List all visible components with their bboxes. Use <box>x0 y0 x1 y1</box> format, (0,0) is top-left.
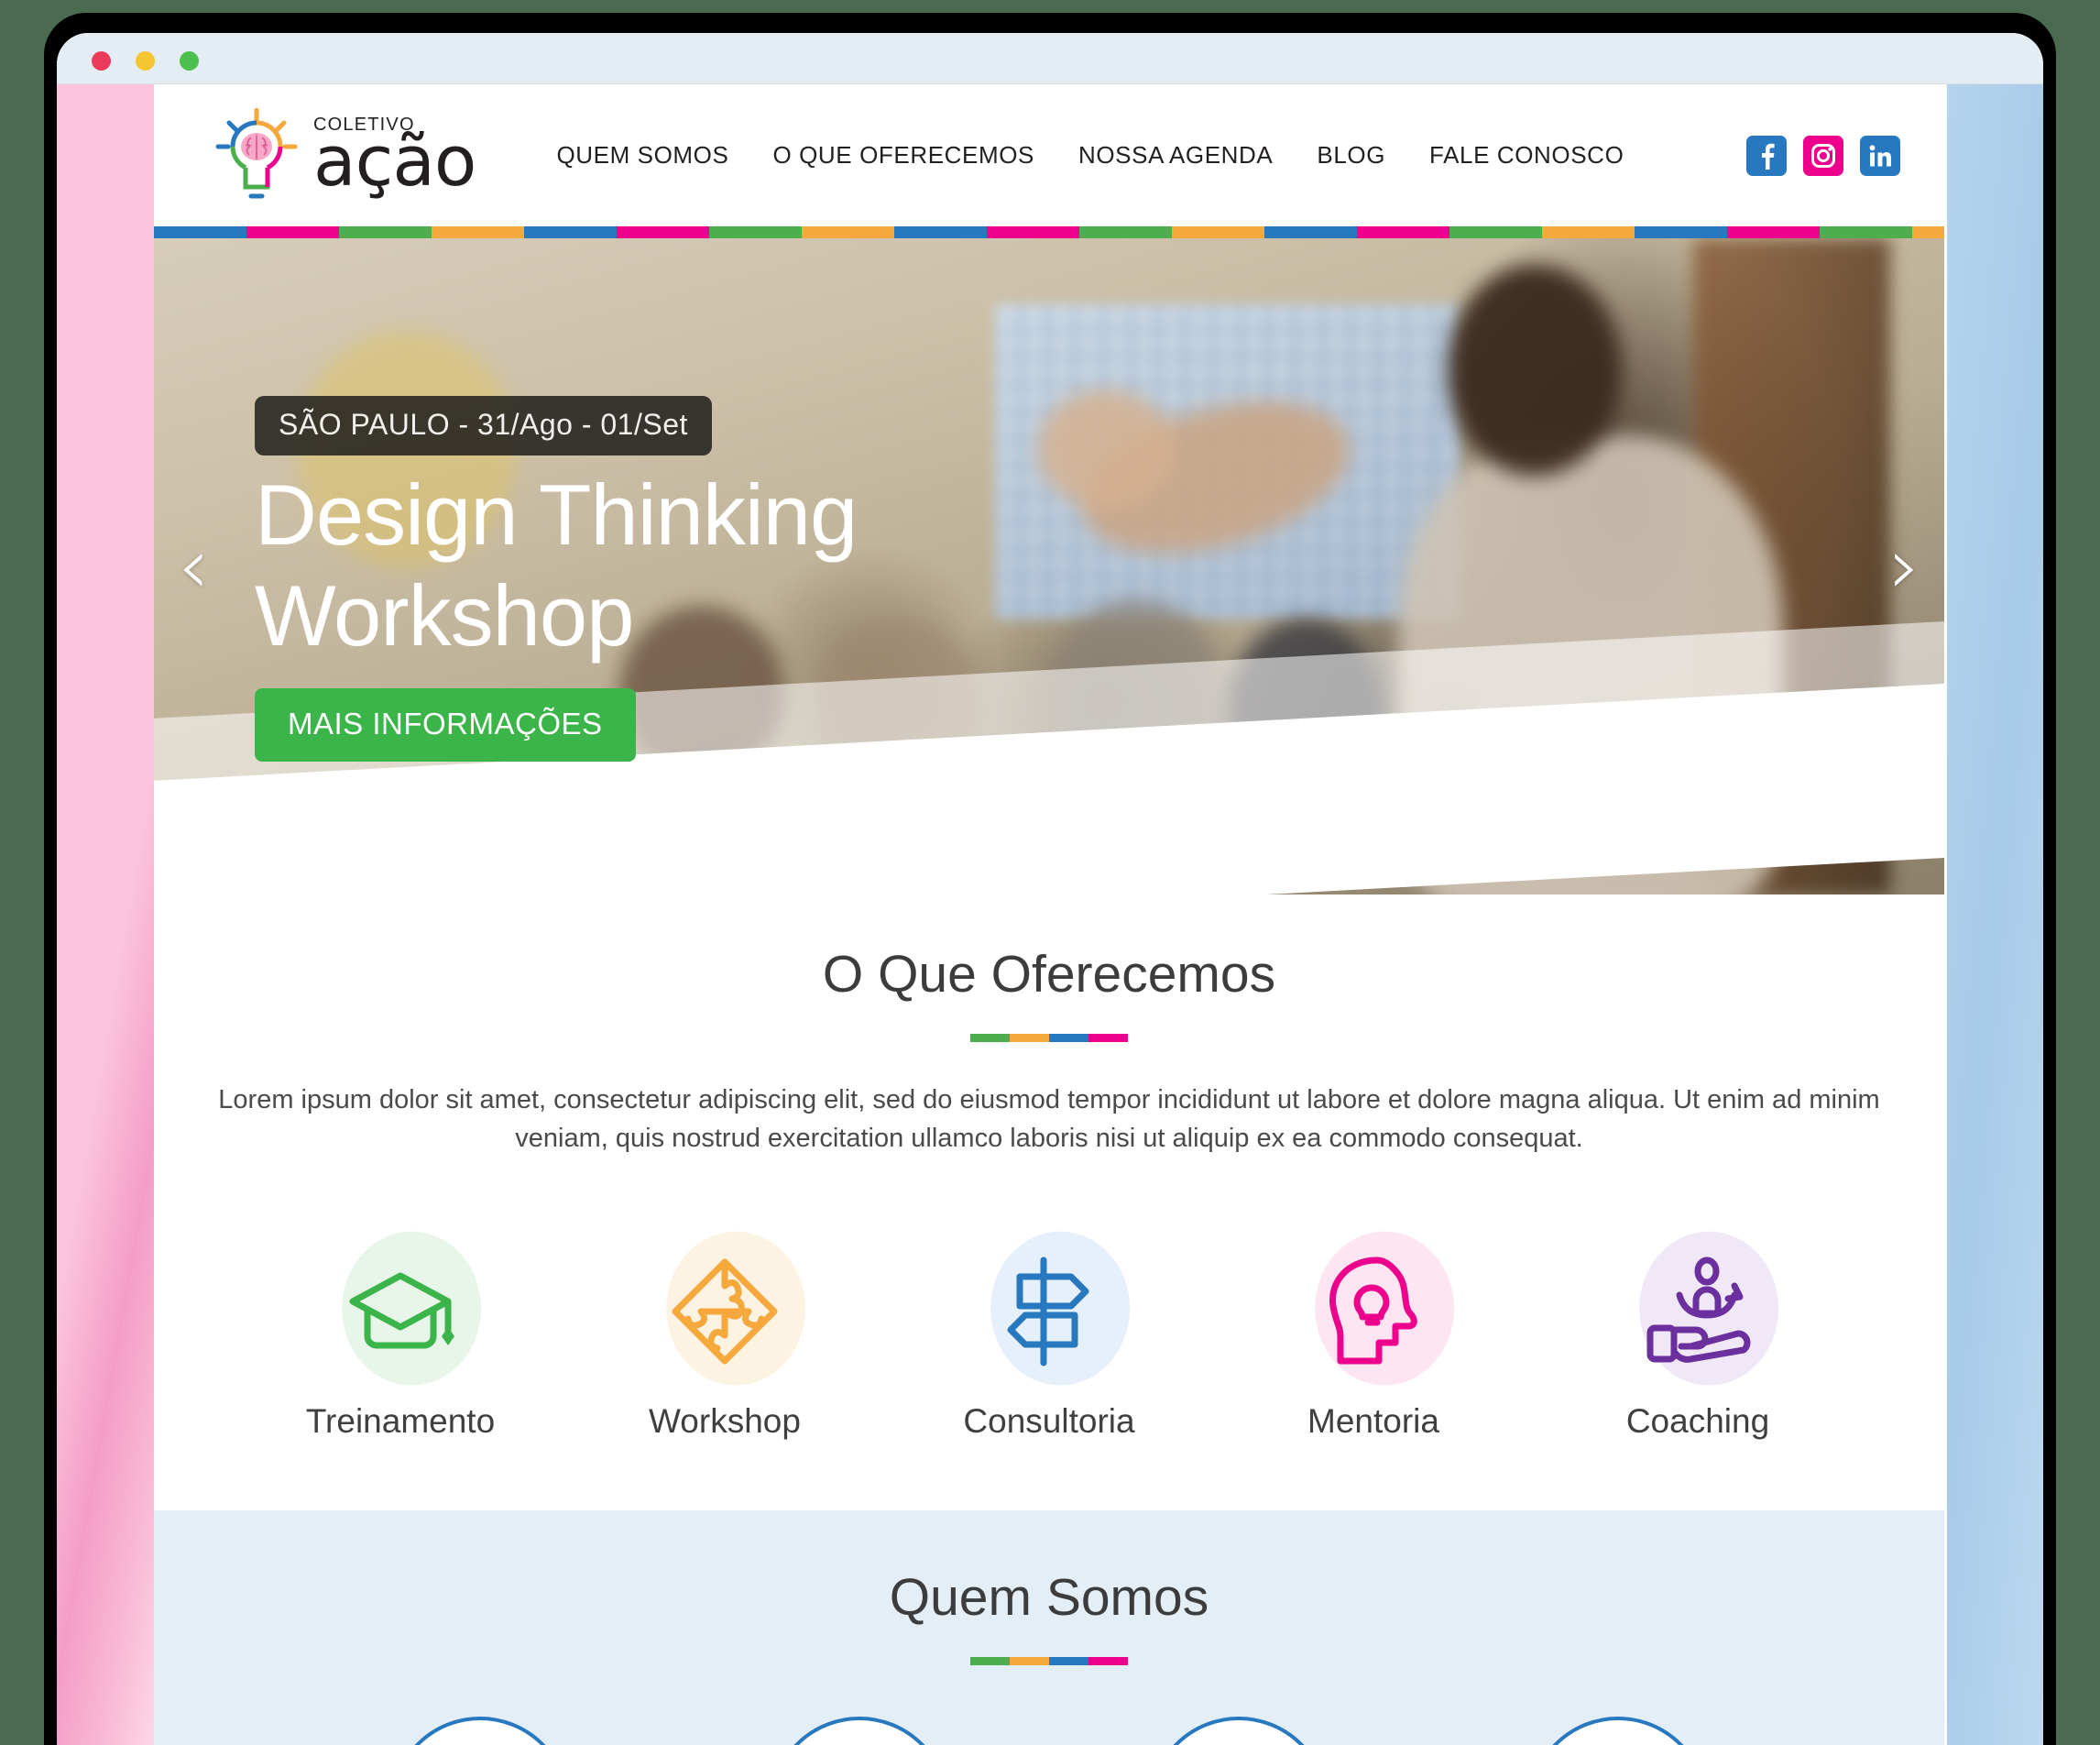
about-circle-item[interactable] <box>1528 1716 1708 1745</box>
logo-wordmark: ação <box>313 119 476 202</box>
offers-title-rule <box>970 1034 1128 1042</box>
facebook-icon[interactable] <box>1746 135 1787 176</box>
service-item-consultoria[interactable]: Consultoria <box>916 1224 1182 1441</box>
services-list: Treinamento Workshop Consultoria Mentori… <box>154 1224 1944 1441</box>
browser-window: COLETIVO ação QUEM SOMOS O QUE OFERECEMO… <box>57 33 2043 1745</box>
instagram-icon[interactable] <box>1803 135 1843 176</box>
main-navigation: QUEM SOMOS O QUE OFERECEMOS NOSSA AGENDA… <box>556 141 1624 170</box>
site-logo[interactable]: COLETIVO ação <box>211 107 476 203</box>
nav-item-nossa-agenda[interactable]: NOSSA AGENDA <box>1078 141 1273 170</box>
service-item-mentoria[interactable]: Mentoria <box>1241 1224 1506 1441</box>
page-left-edge-decoration <box>57 84 154 1745</box>
device-frame: COLETIVO ação QUEM SOMOS O QUE OFERECEMO… <box>44 13 2056 1745</box>
window-close-button[interactable] <box>92 51 111 71</box>
graduation-cap-icon <box>268 1224 533 1399</box>
offers-description: Lorem ipsum dolor sit amet, consectetur … <box>218 1085 1880 1154</box>
website-content: COLETIVO ação QUEM SOMOS O QUE OFERECEMO… <box>154 84 1944 1745</box>
hero-carousel: SÃO PAULO - 31/Ago - 01/Set Design Think… <box>154 238 1944 894</box>
about-circles <box>154 1716 1944 1745</box>
about-circle-item[interactable] <box>1149 1716 1329 1745</box>
puzzle-diamond-icon <box>592 1224 858 1399</box>
hero-slide-content: SÃO PAULO - 31/Ago - 01/Set Design Think… <box>255 396 951 762</box>
social-links <box>1746 135 1900 176</box>
window-minimize-button[interactable] <box>136 51 155 71</box>
browser-titlebar <box>57 33 2043 84</box>
service-label: Coaching <box>1625 1401 1770 1440</box>
hero-cta-button[interactable]: MAIS INFORMAÇÕES <box>255 687 636 762</box>
about-section: Quem Somos <box>154 1509 1944 1745</box>
brand-color-stripe <box>154 226 1944 238</box>
offers-section: O Que Oferecemos Lorem ipsum dolor sit a… <box>154 894 1944 1510</box>
nav-item-o-que-oferecemos[interactable]: O QUE OFERECEMOS <box>772 141 1034 170</box>
service-label: Treinamento <box>305 1401 496 1440</box>
browser-viewport: COLETIVO ação QUEM SOMOS O QUE OFERECEMO… <box>57 84 2043 1745</box>
service-label: Mentoria <box>1307 1401 1439 1440</box>
page-right-edge-decoration <box>1944 84 2043 1745</box>
hero-event-badge: SÃO PAULO - 31/Ago - 01/Set <box>255 396 712 455</box>
about-circle-item[interactable] <box>390 1716 570 1745</box>
head-lightbulb-icon <box>1241 1224 1506 1399</box>
service-item-treinamento[interactable]: Treinamento <box>268 1224 533 1441</box>
nav-item-quem-somos[interactable]: QUEM SOMOS <box>556 141 728 170</box>
about-title-rule <box>970 1656 1128 1665</box>
lightbulb-brain-icon <box>211 107 302 203</box>
service-item-workshop[interactable]: Workshop <box>592 1224 858 1441</box>
linkedin-icon[interactable] <box>1860 135 1900 176</box>
nav-item-fale-conosco[interactable]: FALE CONOSCO <box>1429 141 1624 170</box>
hand-person-icon <box>1565 1224 1831 1399</box>
about-title: Quem Somos <box>889 1567 1209 1627</box>
hero-title: Design Thinking Workshop <box>255 466 858 664</box>
carousel-prev-arrow-icon[interactable]: ‹ <box>178 527 209 606</box>
hero-photo-blur-shape <box>1448 264 1623 476</box>
offers-title: O Que Oferecemos <box>822 945 1276 1004</box>
carousel-next-arrow-icon[interactable]: › <box>1889 527 1920 606</box>
window-maximize-button[interactable] <box>180 51 199 71</box>
nav-item-blog[interactable]: BLOG <box>1317 141 1385 170</box>
about-circle-item[interactable] <box>770 1716 949 1745</box>
service-item-coaching[interactable]: Coaching <box>1565 1224 1831 1441</box>
site-header: COLETIVO ação QUEM SOMOS O QUE OFERECEMO… <box>154 84 1944 226</box>
signpost-icon <box>916 1224 1182 1399</box>
service-label: Consultoria <box>963 1401 1135 1440</box>
service-label: Workshop <box>649 1401 801 1440</box>
hero-photo-blur-shape <box>1036 389 1175 509</box>
